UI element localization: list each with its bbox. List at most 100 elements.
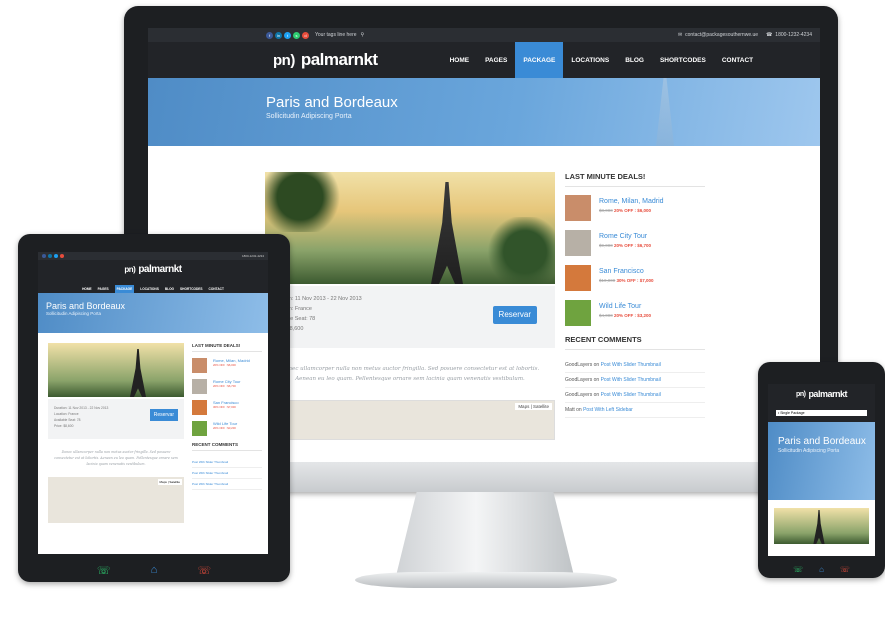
- deal-name[interactable]: Rome City Tour: [599, 233, 651, 240]
- deal-thumbnail[interactable]: [192, 400, 207, 415]
- comment-link[interactable]: Post With Slider Thumbnail: [601, 377, 661, 383]
- nav-locations[interactable]: LOCATIONS: [563, 42, 617, 78]
- deal-item[interactable]: Rome, Milan, Madrid $8,000 20% OFF : $6,…: [565, 195, 705, 221]
- logo-text: palmarnkt: [138, 264, 182, 275]
- nav-shortcodes[interactable]: SHORTCODES: [652, 42, 714, 78]
- sidebar: LAST MINUTE DEALS! Rome, Milan, Madrid $…: [565, 172, 705, 440]
- phone-icon: ☎: [766, 32, 773, 38]
- site-logo[interactable]: pn) palmarnkt: [273, 50, 378, 70]
- main-nav: HOME PAGES PACKAGE LOCATIONS BLOG SHORTC…: [442, 42, 762, 78]
- main-column: Duration: 11 Nov 2013 - 22 Nov 2013 Loca…: [265, 172, 555, 440]
- deal-item[interactable]: Wild Life Tour 20% OFF : $3,200: [192, 421, 262, 436]
- tablet-device: 1800-1232-4234 pn) palmarnkt HOME PAGES …: [18, 234, 290, 582]
- nav-contact[interactable]: CONTACT: [714, 42, 761, 78]
- end-call-icon[interactable]: ☏: [840, 565, 850, 574]
- comment-author: GoodLayers on: [565, 362, 601, 368]
- linkedin-icon[interactable]: in: [275, 31, 282, 39]
- location-map[interactable]: Maps | Satellite: [265, 400, 555, 440]
- comment-link[interactable]: Post With Left Sidebar: [583, 407, 633, 413]
- logo-text: palmarnkt: [300, 50, 378, 69]
- call-icon[interactable]: ☏: [793, 565, 803, 574]
- logo-mark: pn): [124, 265, 136, 274]
- deal-item[interactable]: San Francisco 30% OFF : $7,000: [192, 400, 262, 415]
- deal-thumbnail[interactable]: [565, 195, 591, 221]
- dribbble-icon[interactable]: d: [302, 31, 309, 39]
- package-hero-image: [265, 172, 555, 284]
- facebook-icon[interactable]: [42, 254, 46, 258]
- tablet-screen: 1800-1232-4234 pn) palmarnkt HOME PAGES …: [38, 252, 268, 554]
- comment-item: GoodLayers on Post With Slider Thumbnail: [565, 388, 705, 403]
- deal-item[interactable]: Rome City Tour $9,000 20% OFF : $6,700: [565, 230, 705, 256]
- reservar-button[interactable]: Reservar: [492, 306, 537, 324]
- nav-contact[interactable]: CONTACT: [209, 287, 224, 291]
- home-icon[interactable]: ⌂: [151, 564, 158, 577]
- deal-name[interactable]: San Francisco: [599, 268, 654, 275]
- map-type-tabs[interactable]: Maps | Satellite: [515, 403, 552, 410]
- logo-mark: pn): [273, 51, 295, 69]
- deal-thumbnail[interactable]: [192, 421, 207, 436]
- comment-link[interactable]: Post With Slider Thumbnail: [601, 392, 661, 398]
- comment-link[interactable]: Post With Slider Thumbnail: [192, 468, 262, 479]
- end-call-icon[interactable]: ☏: [197, 564, 211, 577]
- deal-thumbnail[interactable]: [192, 358, 207, 373]
- location-map[interactable]: Maps | Satellite: [48, 477, 184, 523]
- deal-name[interactable]: Wild Life Tour: [599, 303, 651, 310]
- deal-item[interactable]: Wild Life Tour $4,000 20% OFF : $3,200: [565, 300, 705, 326]
- contact-email[interactable]: contact@packagesouthernwe.ue: [685, 32, 758, 38]
- search-icon[interactable]: ⚲: [361, 32, 365, 38]
- deal-discount: 20% OFF : $6,000: [213, 363, 236, 367]
- nav-shortcodes[interactable]: SHORTCODES: [180, 287, 203, 291]
- nav-locations[interactable]: LOCATIONS: [140, 287, 159, 291]
- deal-name[interactable]: Rome, Milan, Madrid: [599, 198, 664, 205]
- deal-thumbnail[interactable]: [565, 230, 591, 256]
- package-info: Duration: 11 Nov 2013 - 22 Nov 2013 Loca…: [48, 399, 184, 439]
- call-icon[interactable]: ☏: [97, 564, 111, 577]
- nav-home[interactable]: HOME: [82, 287, 92, 291]
- phone-screen: pn) palmarnkt • Single Package Paris and…: [768, 384, 875, 556]
- deal-thumbnail[interactable]: [565, 265, 591, 291]
- nav-package[interactable]: PACKAGE: [114, 284, 135, 293]
- twitter-icon[interactable]: [54, 254, 58, 258]
- nav-home[interactable]: HOME: [442, 42, 478, 78]
- comment-link[interactable]: Post With Slider Thumbnail: [192, 457, 262, 468]
- deal-item[interactable]: San Francisco $10,000 30% OFF : $7,000: [565, 265, 705, 291]
- eiffel-tower-image: [130, 349, 146, 397]
- deal-thumbnail[interactable]: [192, 379, 207, 394]
- deal-discount: 20% OFF : $3,200: [213, 426, 236, 430]
- nav-select-value[interactable]: • Single Package: [776, 410, 867, 416]
- linkedin-icon[interactable]: [48, 254, 52, 258]
- nav-blog[interactable]: BLOG: [165, 287, 174, 291]
- site-logo[interactable]: pn) palmarnkt: [768, 389, 875, 399]
- share-icon[interactable]: s: [293, 31, 300, 39]
- site-logo[interactable]: pn) palmarnkt: [38, 264, 268, 275]
- dribbble-icon[interactable]: [60, 254, 64, 258]
- deal-item[interactable]: Rome, Milan, Madrid 20% OFF : $6,000: [192, 358, 262, 373]
- comment-link[interactable]: Post With Slider Thumbnail: [192, 479, 262, 490]
- comment-author: Matt on: [565, 407, 584, 413]
- nav-package[interactable]: PACKAGE: [515, 42, 564, 78]
- twitter-icon[interactable]: t: [284, 31, 291, 39]
- deal-thumbnail[interactable]: [565, 300, 591, 326]
- map-type-tabs[interactable]: Maps | Satellite: [157, 479, 182, 485]
- nav-pages[interactable]: PAGES: [477, 42, 515, 78]
- device-mockup: f in t s d Your tags line here ⚲ ✉ conta…: [0, 0, 885, 623]
- deal-old-price: $8,000: [599, 208, 613, 213]
- nav-pages[interactable]: PAGES: [98, 287, 109, 291]
- package-quote: Donec ullamcorper nulla non metus auctor…: [54, 450, 178, 466]
- comments-title: RECENT COMMENTS: [192, 442, 262, 451]
- comment-item: Matt on Post With Left Sidebar: [565, 403, 705, 418]
- deal-discount: 30% OFF : $7,000: [213, 405, 236, 409]
- facebook-icon[interactable]: f: [266, 31, 273, 39]
- reservar-button[interactable]: Reservar: [149, 409, 178, 421]
- deal-old-price: $4,000: [599, 313, 613, 318]
- phone-nav-select[interactable]: • Single Package: [768, 410, 875, 422]
- monitor-stand: [395, 492, 575, 580]
- home-icon[interactable]: ⌂: [819, 565, 824, 574]
- comment-author: GoodLayers on: [565, 377, 601, 383]
- deal-item[interactable]: Rome City Tour 20% OFF : $6,700: [192, 379, 262, 394]
- comment-link[interactable]: Post With Slider Thumbnail: [601, 362, 661, 368]
- nav-blog[interactable]: BLOG: [617, 42, 652, 78]
- package-price: Price: $8,600: [271, 326, 304, 332]
- eiffel-tower-image: [813, 510, 825, 544]
- page-title: Paris and Bordeaux: [46, 301, 126, 311]
